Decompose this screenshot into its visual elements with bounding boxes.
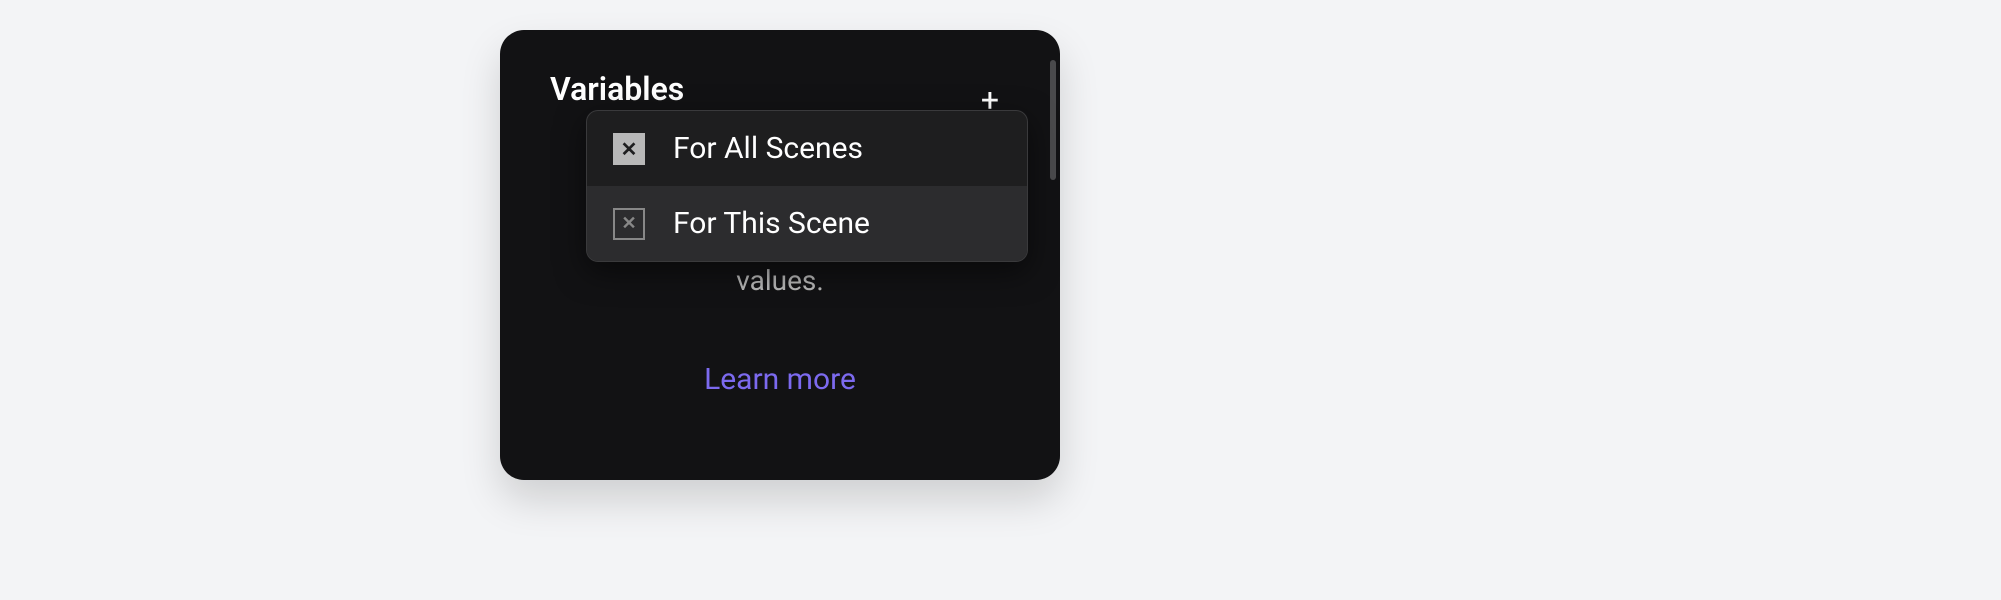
variable-all-icon: ✕ xyxy=(613,133,645,165)
variable-scope-dropdown: ✕ For All Scenes ✕ For This Scene xyxy=(586,110,1028,262)
dropdown-item-label: For All Scenes xyxy=(673,131,863,166)
dropdown-item-label: For This Scene xyxy=(673,206,870,241)
dropdown-item-all-scenes[interactable]: ✕ For All Scenes xyxy=(587,111,1027,186)
scrollbar[interactable] xyxy=(1050,60,1056,180)
panel-title: Variables xyxy=(550,70,1010,108)
learn-more-link[interactable]: Learn more xyxy=(550,362,1010,397)
variable-scene-icon: ✕ xyxy=(613,208,645,240)
dropdown-item-this-scene[interactable]: ✕ For This Scene xyxy=(587,186,1027,261)
